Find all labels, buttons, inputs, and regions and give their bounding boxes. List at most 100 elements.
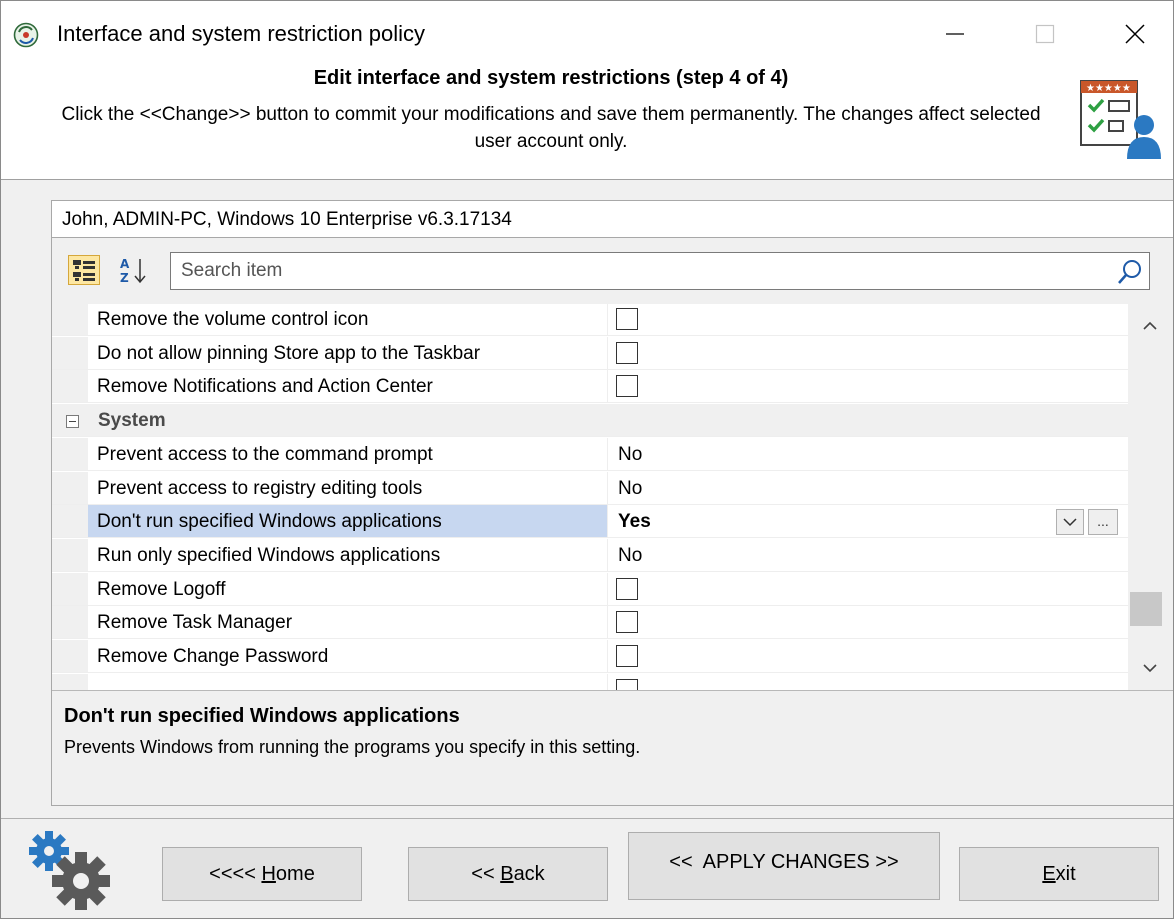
vertical-scrollbar[interactable] bbox=[1128, 304, 1172, 690]
dialog-window: Interface and system restriction policy … bbox=[0, 0, 1174, 919]
property-value-cell[interactable] bbox=[608, 640, 1128, 672]
categorized-view-icon bbox=[73, 260, 95, 281]
maximize-button[interactable] bbox=[1015, 11, 1075, 57]
scroll-up-button[interactable] bbox=[1128, 304, 1172, 348]
footer-divider bbox=[1, 818, 1173, 819]
home-button-rest: ome bbox=[275, 862, 315, 885]
property-value-cell[interactable] bbox=[608, 606, 1128, 638]
step-description: Click the <<Change>> button to commit yo… bbox=[61, 104, 1041, 152]
exit-button-rest: xit bbox=[1055, 862, 1076, 885]
back-button-mnemonic: B bbox=[500, 862, 514, 885]
property-name: Prevent access to the command prompt bbox=[97, 443, 433, 465]
property-value[interactable]: No bbox=[608, 438, 1128, 470]
grid-row[interactable]: Do not allow pinning Store app to the Ta… bbox=[52, 336, 1128, 370]
grid-category-row[interactable]: System bbox=[52, 404, 1128, 438]
back-button[interactable]: << Back bbox=[408, 847, 608, 901]
apply-changes-button[interactable]: << APPLY CHANGES >> bbox=[628, 832, 940, 900]
collapse-toggle-icon[interactable] bbox=[66, 415, 79, 429]
grid-row[interactable]: Prevent access to the command prompt No bbox=[52, 437, 1128, 471]
description-panel: Don't run specified Windows applications… bbox=[52, 690, 1173, 805]
property-grid-panel: A Z Remove the volume control icon Do not… bbox=[51, 238, 1173, 806]
search-input[interactable] bbox=[171, 253, 1101, 289]
property-checkbox[interactable] bbox=[616, 577, 638, 600]
categorized-view-button[interactable] bbox=[68, 255, 100, 285]
row-gutter bbox=[52, 304, 88, 335]
value-ellipsis-button[interactable]: ... bbox=[1088, 509, 1118, 536]
chevron-down-icon bbox=[1143, 664, 1157, 673]
property-name: Remove Change Password bbox=[97, 646, 329, 667]
minimize-button[interactable] bbox=[925, 11, 985, 57]
home-button-prefix: <<<< bbox=[209, 862, 262, 885]
row-gutter bbox=[52, 606, 88, 639]
home-button-mnemonic: H bbox=[261, 862, 276, 885]
property-name: Remove the volume control icon bbox=[97, 309, 369, 330]
row-gutter bbox=[52, 336, 88, 369]
svg-text:A: A bbox=[120, 257, 130, 271]
property-checkbox bbox=[616, 678, 638, 690]
property-name: Prevent access to registry editing tools bbox=[97, 477, 423, 499]
grid-row[interactable]: Remove Notifications and Action Center bbox=[52, 370, 1128, 404]
scroll-down-button[interactable] bbox=[1128, 646, 1172, 690]
property-checkbox[interactable] bbox=[616, 341, 638, 364]
chevron-up-icon bbox=[1143, 321, 1157, 330]
window-title: Interface and system restriction policy bbox=[57, 21, 426, 46]
grid-row[interactable]: Don't run specified Windows applications… bbox=[52, 505, 1128, 539]
property-value[interactable]: No bbox=[608, 539, 1128, 571]
grid-row[interactable]: Remove the volume control icon bbox=[52, 304, 1128, 336]
property-value-cell[interactable] bbox=[608, 304, 1128, 335]
row-gutter bbox=[52, 471, 88, 504]
grid-row[interactable]: Remove Change Password bbox=[52, 640, 1128, 673]
value-dropdown-button[interactable] bbox=[1056, 509, 1084, 536]
grid-row[interactable]: Run only specified Windows applications N… bbox=[52, 538, 1128, 572]
property-name: Do not allow pinning Store app to the Ta… bbox=[97, 342, 481, 364]
grid-row[interactable]: Remove Logoff bbox=[52, 572, 1128, 606]
search-icon[interactable] bbox=[1117, 259, 1143, 285]
row-gutter bbox=[52, 370, 88, 403]
home-button[interactable]: <<<< Home bbox=[162, 847, 362, 901]
property-checkbox[interactable] bbox=[616, 375, 638, 398]
property-value-cell[interactable] bbox=[608, 573, 1128, 605]
back-button-prefix: << bbox=[471, 862, 501, 885]
account-info-text: John, ADMIN-PC, Windows 10 Enterprise v6… bbox=[62, 209, 512, 230]
property-grid: Remove the volume control icon Do not all… bbox=[52, 304, 1128, 690]
sort-az-icon: A Z bbox=[120, 257, 146, 285]
property-name: Remove Logoff bbox=[97, 578, 226, 600]
row-gutter bbox=[52, 505, 88, 538]
exit-button-mnemonic: E bbox=[1042, 862, 1056, 885]
property-checkbox[interactable] bbox=[616, 308, 638, 330]
svg-text:★★★★★: ★★★★★ bbox=[1086, 83, 1131, 94]
property-value[interactable]: Yes bbox=[608, 505, 1128, 537]
description-title: Don't run specified Windows applications bbox=[64, 705, 460, 727]
property-checkbox[interactable] bbox=[616, 645, 638, 667]
exit-button[interactable]: Exit bbox=[959, 847, 1159, 901]
grid-row[interactable]: Remove Task Manager bbox=[52, 606, 1128, 640]
property-value[interactable]: No bbox=[608, 472, 1128, 504]
grid-row-partial bbox=[52, 673, 1128, 690]
gears-icon bbox=[21, 823, 121, 917]
wizard-header: Edit interface and system restrictions (… bbox=[1, 67, 1173, 180]
close-button[interactable] bbox=[1105, 11, 1165, 57]
row-gutter bbox=[52, 673, 88, 690]
row-gutter bbox=[52, 538, 88, 571]
row-gutter bbox=[52, 437, 88, 470]
row-gutter bbox=[52, 572, 88, 605]
alphabetical-sort-button[interactable]: A Z bbox=[118, 255, 150, 287]
scroll-thumb[interactable] bbox=[1130, 592, 1162, 626]
svg-text:Z: Z bbox=[120, 271, 129, 285]
policy-app-icon bbox=[13, 22, 39, 48]
description-text: Prevents Windows from running the progra… bbox=[64, 737, 641, 757]
apply-changes-label: << APPLY CHANGES >> bbox=[669, 850, 899, 873]
checklist-user-icon: ★★★★★ bbox=[1077, 73, 1165, 169]
search-box bbox=[170, 252, 1150, 290]
row-gutter bbox=[52, 640, 88, 672]
property-checkbox[interactable] bbox=[616, 611, 638, 634]
account-info-bar: John, ADMIN-PC, Windows 10 Enterprise v6… bbox=[51, 200, 1173, 238]
title-bar: Interface and system restriction policy bbox=[1, 1, 1173, 67]
property-value-cell bbox=[608, 674, 1128, 690]
property-name: Run only specified Windows applications bbox=[97, 544, 441, 566]
grid-row[interactable]: Prevent access to registry editing tools… bbox=[52, 471, 1128, 505]
property-name: Don't run specified Windows applications bbox=[88, 505, 607, 538]
back-button-rest: ack bbox=[513, 862, 545, 885]
property-value-cell[interactable] bbox=[608, 370, 1128, 402]
property-value-cell[interactable] bbox=[608, 337, 1128, 369]
